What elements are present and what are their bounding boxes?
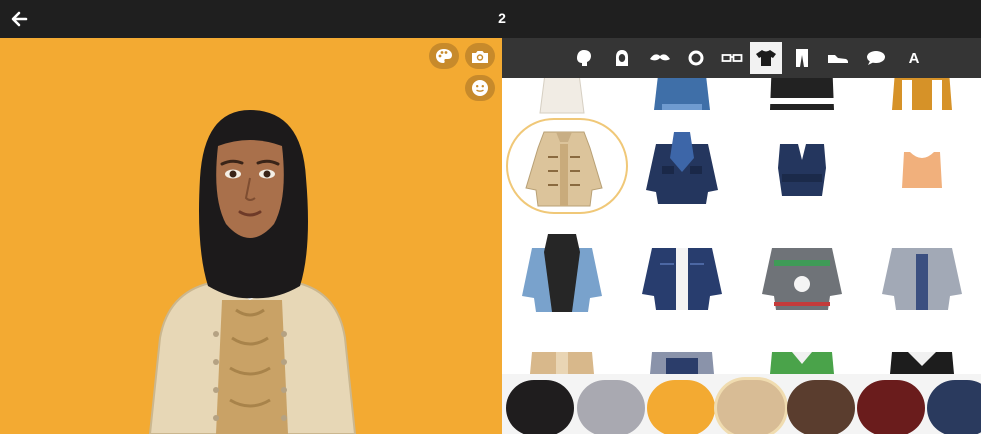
color-swatch-grey[interactable] [577,380,645,434]
outfit-black-polo[interactable] [862,328,981,374]
category-tabs: A [502,38,981,78]
customization-panel: A [502,38,981,434]
color-swatch-black[interactable] [506,380,574,434]
avatar-figure [148,110,357,434]
hair-icon[interactable] [568,42,600,74]
shoe-icon[interactable] [822,42,854,74]
color-swatch-orange[interactable] [647,380,715,434]
speech-bubble-icon[interactable] [860,42,892,74]
outfit-puffer-vest[interactable] [742,78,862,118]
outfit-utility-jacket[interactable] [502,328,622,374]
back-arrow-icon[interactable] [8,8,30,30]
glasses-icon[interactable] [716,42,748,74]
palette-icon[interactable] [429,43,459,69]
outfit-navy-denim-jacket[interactable] [622,224,742,324]
outfit-varsity-jacket[interactable] [862,78,981,118]
color-swatch-tan[interactable] [717,380,785,434]
camera-icon[interactable] [465,43,495,69]
shirt-icon[interactable] [750,42,782,74]
outfit-trench-coat[interactable] [502,78,622,118]
outfit-wrap-top[interactable] [742,118,862,218]
eye-icon[interactable] [680,42,712,74]
top-bar: 2 [0,0,981,38]
color-swatch-brown[interactable] [787,380,855,434]
color-swatch-maroon[interactable] [857,380,925,434]
outfit-green-polo[interactable] [742,328,862,374]
pants-icon[interactable] [786,42,818,74]
outfit-overall-jacket[interactable] [622,328,742,374]
avatar-preview [0,38,502,434]
emoji-icon[interactable] [465,75,495,101]
text-tab-label: A [908,49,920,67]
color-swatches [502,374,981,434]
outfit-denim-jacket[interactable] [622,78,742,118]
page-number: 2 [498,10,506,26]
color-swatch-navy[interactable] [927,380,981,434]
text-icon[interactable]: A [898,42,930,74]
outfit-holiday-sweater[interactable] [742,224,862,324]
head-icon[interactable] [606,42,638,74]
outfit-hooded-denim-jacket[interactable] [502,224,622,324]
outfit-grey-blazer[interactable] [862,224,981,324]
outfit-crop-tank[interactable] [862,118,981,218]
outfit-duffle-coat[interactable] [504,118,628,218]
outfit-grid[interactable] [502,78,981,374]
outfit-navy-jacket-scarf[interactable] [622,118,742,218]
mustache-icon[interactable] [644,42,676,74]
